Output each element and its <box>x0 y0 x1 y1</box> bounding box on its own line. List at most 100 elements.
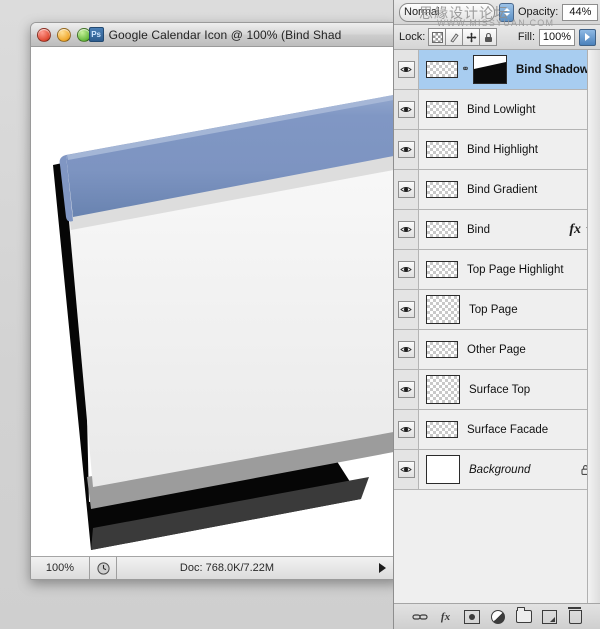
layer-thumbnails <box>419 375 460 404</box>
layer-visibility-toggle[interactable] <box>394 450 419 489</box>
layer-thumbnail[interactable] <box>426 295 460 324</box>
doc-size-info: Doc: 768.0K/7.22M <box>179 562 275 574</box>
layers-panel: Normal Opacity: 44% Lock: Fill: 100% ⚭ B… <box>393 0 600 629</box>
add-mask-icon[interactable] <box>463 609 480 624</box>
layer-thumbnails <box>419 141 458 158</box>
layers-list[interactable]: ⚭ Bind Shadow Bind Lowlight Bind Highlight B… <box>394 50 600 603</box>
opacity-stepper[interactable] <box>499 2 514 22</box>
lock-fill-row: Lock: Fill: 100% <box>394 25 600 50</box>
layer-thumbnail[interactable] <box>426 141 458 158</box>
new-layer-icon[interactable] <box>541 609 558 624</box>
eye-icon[interactable] <box>397 221 415 238</box>
layer-row[interactable]: Top Page <box>394 290 600 330</box>
clock-icon[interactable] <box>90 557 117 579</box>
layer-row[interactable]: Bind Highlight <box>394 130 600 170</box>
calendar-artwork <box>53 94 399 550</box>
layer-name: Surface Facade <box>467 423 549 436</box>
opacity-input[interactable]: 44% <box>562 3 599 21</box>
layer-row[interactable]: Top Page Highlight <box>394 250 600 290</box>
layer-row[interactable]: Surface Facade <box>394 410 600 450</box>
layer-visibility-toggle[interactable] <box>394 170 419 209</box>
layer-thumbnails <box>419 261 458 278</box>
layer-thumbnail[interactable] <box>426 221 458 238</box>
eye-icon[interactable] <box>397 381 415 398</box>
layer-name: Bind Highlight <box>467 143 538 156</box>
eye-icon[interactable] <box>397 421 415 438</box>
document-title: Google Calendar Icon @ 100% (Bind Shad <box>108 27 342 42</box>
fill-input[interactable]: 100% <box>539 28 575 46</box>
lock-image-icon[interactable] <box>445 28 464 46</box>
canvas-area[interactable] <box>31 47 399 557</box>
layer-thumbnail[interactable] <box>426 455 460 484</box>
layer-name: Top Page Highlight <box>467 263 564 276</box>
fx-icon[interactable]: fx <box>569 222 581 238</box>
layer-thumbnail[interactable] <box>426 181 458 198</box>
layer-row[interactable]: Background <box>394 450 600 490</box>
eye-icon[interactable] <box>397 341 415 358</box>
lock-all-icon[interactable] <box>479 28 498 46</box>
lock-buttons[interactable] <box>428 28 498 46</box>
layer-thumbnail[interactable] <box>426 341 458 358</box>
layer-thumbnail[interactable] <box>426 261 458 278</box>
eye-icon[interactable] <box>397 101 415 118</box>
document-window: Ps Google Calendar Icon @ 100% (Bind Sha… <box>30 22 400 580</box>
layer-name: Top Page <box>469 303 518 316</box>
zoom-level[interactable]: 100% <box>31 557 90 579</box>
layer-visibility-toggle[interactable] <box>394 130 419 169</box>
eye-icon[interactable] <box>397 181 415 198</box>
layers-scrollbar[interactable] <box>587 50 600 603</box>
eye-icon[interactable] <box>397 61 415 78</box>
layer-thumbnail[interactable] <box>426 375 460 404</box>
opacity-label: Opacity: <box>518 6 559 18</box>
blend-mode-select[interactable]: Normal <box>399 2 495 22</box>
stepper-up-icon <box>503 8 510 11</box>
layer-row[interactable]: Other Page <box>394 330 600 370</box>
layer-name: Bind <box>467 223 491 236</box>
layer-thumbnail[interactable] <box>426 421 458 438</box>
adjustment-layer-icon[interactable] <box>489 609 506 624</box>
layer-visibility-toggle[interactable] <box>394 370 419 409</box>
layer-style-fx-icon[interactable]: fx <box>437 609 454 624</box>
layer-row[interactable]: Bind fx <box>394 210 600 250</box>
status-arrow-icon[interactable] <box>378 563 386 573</box>
layer-visibility-toggle[interactable] <box>394 290 419 329</box>
layer-visibility-toggle[interactable] <box>394 250 419 289</box>
layer-visibility-toggle[interactable] <box>394 50 419 89</box>
window-titlebar[interactable]: Ps Google Calendar Icon @ 100% (Bind Sha… <box>31 23 399 47</box>
zoom-button[interactable] <box>77 27 91 42</box>
layer-name: Bind Lowlight <box>467 103 536 116</box>
layer-visibility-toggle[interactable] <box>394 330 419 369</box>
layer-visibility-toggle[interactable] <box>394 90 419 129</box>
fill-slider-button[interactable] <box>579 28 596 46</box>
layer-thumbnail[interactable] <box>426 101 458 118</box>
layer-row[interactable]: Bind Lowlight <box>394 90 600 130</box>
eye-icon[interactable] <box>397 301 415 318</box>
layer-mask-thumbnail[interactable] <box>473 55 507 84</box>
eye-icon[interactable] <box>397 141 415 158</box>
close-button[interactable] <box>37 27 51 42</box>
layer-row[interactable]: Surface Top <box>394 370 600 410</box>
new-group-icon[interactable] <box>515 607 532 624</box>
link-layers-icon[interactable] <box>411 609 428 624</box>
fill-label: Fill: <box>517 31 535 43</box>
eye-icon[interactable] <box>397 461 415 478</box>
eye-icon[interactable] <box>397 261 415 278</box>
window-controls[interactable] <box>37 27 91 42</box>
stepper-down-icon <box>503 13 510 16</box>
blend-mode-value: Normal <box>404 6 440 18</box>
minimize-button[interactable] <box>57 27 71 42</box>
layer-thumbnails <box>419 455 460 484</box>
delete-layer-icon[interactable] <box>567 606 584 624</box>
layer-thumbnails <box>419 295 460 324</box>
layer-row[interactable]: ⚭ Bind Shadow <box>394 50 600 90</box>
status-bar: 100% Doc: 768.0K/7.22M <box>31 557 399 579</box>
layer-thumbnail[interactable] <box>426 61 458 78</box>
layer-thumbnails <box>419 101 458 118</box>
layer-visibility-toggle[interactable] <box>394 210 419 249</box>
lock-position-icon[interactable] <box>462 28 481 46</box>
lock-transparency-icon[interactable] <box>428 28 447 46</box>
layer-thumbnails <box>419 421 458 438</box>
layer-row[interactable]: Bind Gradient <box>394 170 600 210</box>
link-icon[interactable]: ⚭ <box>461 63 470 77</box>
layer-visibility-toggle[interactable] <box>394 410 419 449</box>
